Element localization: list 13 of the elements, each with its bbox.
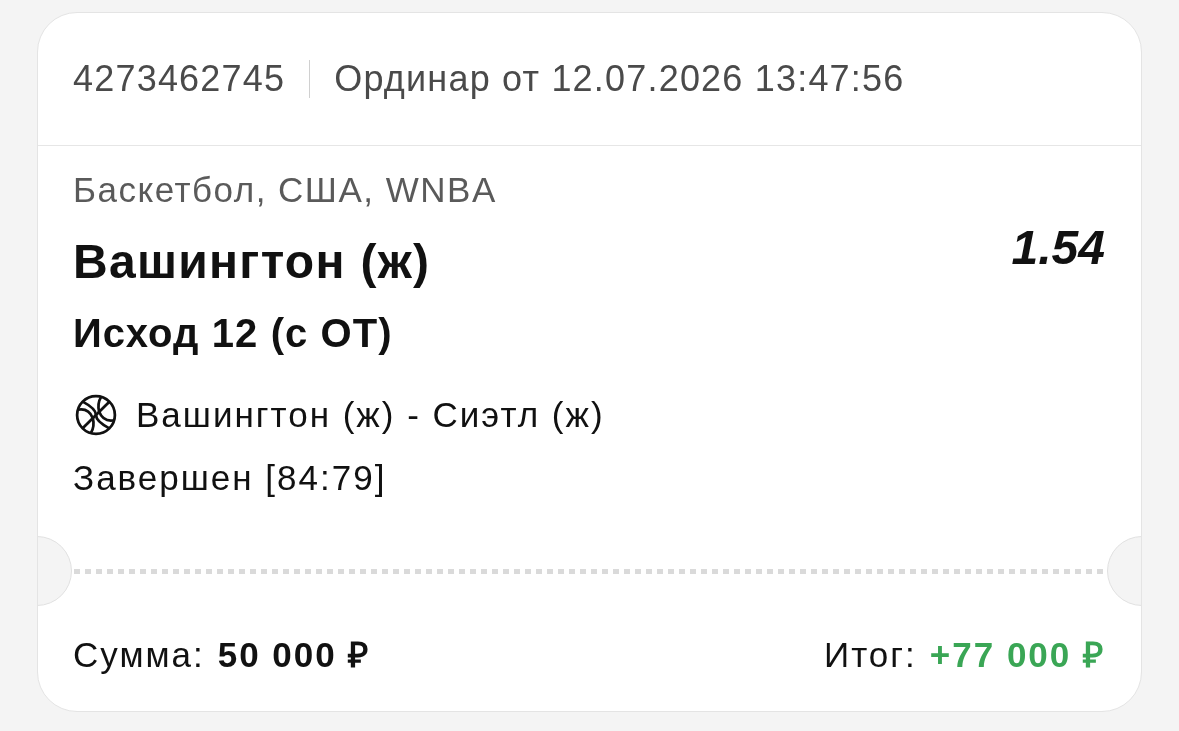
league-text: Баскетбол, США, WNBA	[73, 169, 497, 211]
stake-amount: 50 000 ₽	[217, 633, 371, 676]
match-status: Завершен [84:79]	[73, 457, 387, 499]
basketball-icon	[75, 394, 117, 436]
event-teams: Вашингтон (ж) - Сиэтл (ж)	[136, 394, 605, 436]
payout-amount: +77 000 ₽	[929, 633, 1105, 676]
bet-number: 4273462745	[73, 57, 286, 101]
result-label: Итог:	[824, 633, 917, 676]
odds-value: 1.54	[1011, 222, 1105, 274]
stake-label: Сумма:	[73, 633, 205, 676]
bet-title: Ординар от 12.07.2026 13:47:56	[334, 57, 905, 101]
pick-team: Вашингтон (ж)	[73, 234, 431, 290]
market-text: Исход 12 (с ОТ)	[73, 310, 393, 357]
